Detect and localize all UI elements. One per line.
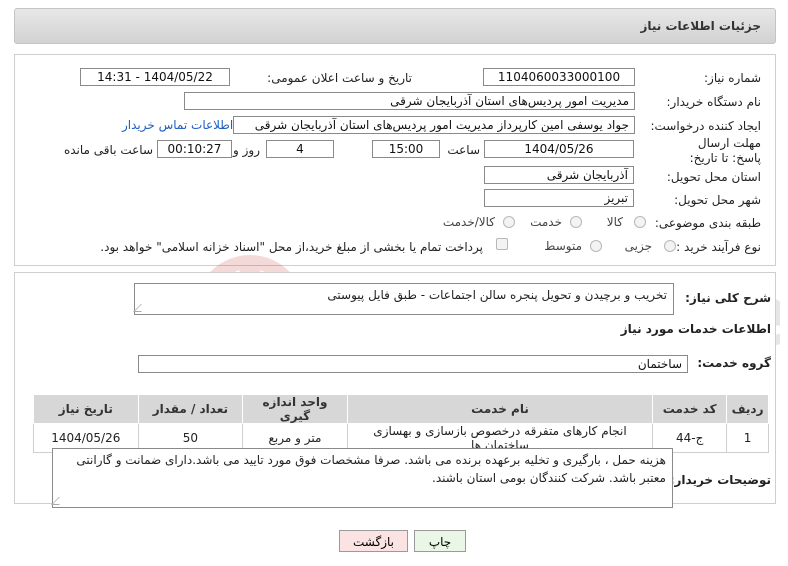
- resize-handle-icon[interactable]: [133, 304, 149, 312]
- creator-field: جواد یوسفی امین کارپرداز مدیریت امور پرد…: [233, 116, 635, 134]
- service-group-field: ساختمان: [138, 355, 688, 373]
- contact-buyer-link[interactable]: اطلاعات تماس خریدار: [122, 118, 233, 132]
- buyer-notes-text: هزینه حمل ، بارگیری و تخلیه برعهده برنده…: [76, 453, 666, 485]
- summary-label: شرح کلی نیاز:: [685, 291, 771, 305]
- category-radio-goods[interactable]: [634, 216, 646, 228]
- buyer-org-field: مدیریت امور پردیس‌های استان آذربایجان شر…: [184, 92, 635, 110]
- province-field: آذربایجان شرقی: [484, 166, 634, 184]
- province-label: استان محل تحویل:: [666, 170, 761, 184]
- category-option-goods-service: کالا/خدمت: [442, 215, 495, 229]
- buyer-notes-textarea[interactable]: هزینه حمل ، بارگیری و تخلیه برعهده برنده…: [51, 448, 673, 508]
- buyer-org-label: نام دستگاه خریدار:: [666, 95, 762, 109]
- buyer-notes-label: توضیحات خریدار:: [669, 473, 771, 487]
- back-button[interactable]: بازگشت: [339, 530, 408, 552]
- process-radio-medium[interactable]: [590, 240, 602, 252]
- page-header: جزئیات اطلاعات نیاز: [14, 8, 776, 44]
- deadline-label: مهلت ارسال پاسخ: تا تاریخ:: [689, 136, 761, 165]
- process-option-medium: متوسط: [544, 239, 582, 253]
- deadline-time-label: ساعت: [447, 143, 480, 157]
- col-row: ردیف: [726, 394, 769, 424]
- page-title: جزئیات اطلاعات نیاز: [640, 19, 761, 33]
- announce-field: 1404/05/22 - 14:31: [80, 68, 230, 86]
- col-date: تاریخ نیاز: [33, 394, 139, 424]
- category-radio-goods-service[interactable]: [503, 216, 515, 228]
- days-field: 4: [266, 140, 334, 158]
- need-number-label: شماره نیاز:: [704, 71, 761, 85]
- deadline-date-field: 1404/05/26: [484, 140, 634, 158]
- print-button[interactable]: چاپ: [414, 530, 466, 552]
- category-label: طبقه بندی موضوعی:: [654, 216, 761, 230]
- remaining-label: ساعت باقی مانده: [63, 143, 153, 157]
- service-group-label: گروه خدمت:: [697, 356, 771, 370]
- city-field: تبریز: [484, 189, 634, 207]
- resize-handle-icon[interactable]: [51, 497, 67, 505]
- cell-row: 1: [726, 423, 769, 453]
- announce-label: تاریخ و ساعت اعلان عمومی:: [267, 71, 412, 85]
- process-label: نوع فرآیند خرید :: [676, 240, 761, 254]
- summary-textarea[interactable]: تخریب و برچیدن و تحویل پنجره سالن اجتماع…: [133, 283, 674, 315]
- process-radio-minor[interactable]: [664, 240, 676, 252]
- summary-text: تخریب و برچیدن و تحویل پنجره سالن اجتماع…: [327, 288, 667, 302]
- treasury-payment-checkbox[interactable]: [496, 238, 508, 250]
- col-name: نام خدمت: [346, 394, 654, 424]
- services-table-header: ردیف کد خدمت نام خدمت واحد اندازه گیری ت…: [33, 394, 769, 424]
- category-option-service: خدمت: [530, 215, 562, 229]
- col-qty: تعداد / مقدار: [137, 394, 244, 424]
- need-number-field: 1104060033000100: [483, 68, 635, 86]
- services-table: ردیف کد خدمت نام خدمت واحد اندازه گیری ت…: [33, 394, 769, 453]
- deadline-time-field: 15:00: [372, 140, 440, 158]
- treasury-payment-note: پرداخت تمام یا بخشی از مبلغ خرید،از محل …: [100, 240, 483, 254]
- remaining-time-field: 00:10:27: [157, 140, 232, 158]
- creator-label: ایجاد کننده درخواست:: [650, 119, 761, 133]
- col-code: کد خدمت: [652, 394, 728, 424]
- services-section-title: اطلاعات خدمات مورد نیاز: [620, 322, 771, 336]
- category-option-goods: کالا: [606, 215, 623, 229]
- col-unit: واحد اندازه گیری: [242, 394, 348, 424]
- days-label: روز و: [233, 143, 260, 157]
- city-label: شهر محل تحویل:: [674, 193, 761, 207]
- process-option-minor: جزیی: [624, 239, 652, 253]
- category-radio-service[interactable]: [570, 216, 582, 228]
